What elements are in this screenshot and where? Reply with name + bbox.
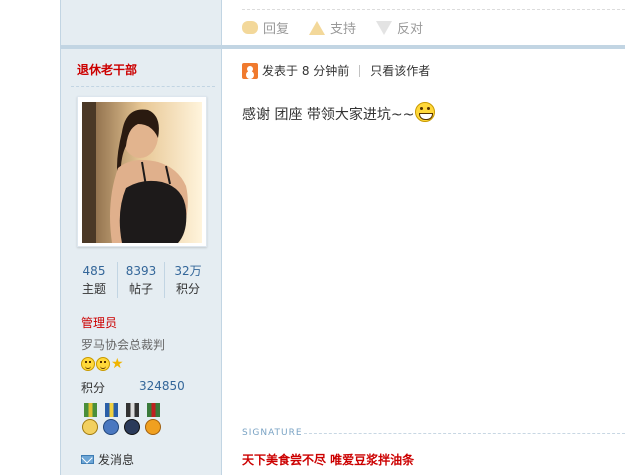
stat-points-value[interactable]: 32万 (165, 262, 211, 280)
oppose-button[interactable]: 反对 (376, 18, 423, 37)
post-divider-right (222, 45, 625, 49)
points-row: 积分 324850 (81, 379, 185, 396)
only-author-link[interactable]: 只看该作者 (370, 62, 430, 79)
medal-blue-icon[interactable] (102, 403, 121, 436)
signature-rule (304, 433, 625, 434)
reply-label[interactable]: 回复 (263, 18, 289, 37)
online-status-icon (242, 62, 258, 79)
points-label: 积分 (81, 381, 106, 395)
stat-posts[interactable]: 8393 帖子 (117, 262, 164, 298)
rank-icons: ★ (81, 357, 124, 371)
medal-dark-icon[interactable] (123, 403, 142, 436)
stat-points[interactable]: 32万 积分 (164, 262, 211, 298)
stat-posts-label: 帖子 (128, 282, 153, 296)
previous-post-actions: 回复 支持 反对 (242, 18, 423, 37)
stat-points-label: 积分 (175, 282, 200, 296)
points-value: 324850 (139, 379, 185, 393)
reply-button[interactable]: 回复 (242, 18, 289, 37)
smiley-rank-icon (96, 357, 110, 371)
oppose-label[interactable]: 反对 (397, 18, 423, 37)
support-button[interactable]: 支持 (309, 18, 356, 37)
stat-posts-value[interactable]: 8393 (118, 262, 164, 280)
smiley-rank-icon (81, 357, 95, 371)
avatar-frame[interactable] (77, 96, 207, 247)
user-group[interactable]: 管理员 (81, 314, 117, 331)
post-meta: 发表于 8 分钟前 只看该作者 (242, 62, 430, 79)
star-rank-icon: ★ (111, 356, 124, 372)
sidebar-top-blank (61, 0, 221, 46)
send-message-label[interactable]: 发消息 (98, 451, 134, 468)
send-message-link[interactable]: 发消息 (81, 451, 134, 468)
meta-separator (359, 64, 361, 77)
signature-label: SIGNATURE (242, 428, 303, 438)
author-username[interactable]: 退休老干部 (77, 61, 137, 78)
mail-icon[interactable] (81, 455, 94, 464)
reply-icon[interactable] (242, 21, 258, 34)
thumbs-down-icon[interactable] (376, 20, 393, 35)
medals (81, 403, 163, 436)
posted-time: 发表于 8 分钟前 (262, 64, 350, 78)
custom-title: 罗马协会总裁判 (81, 338, 166, 352)
avatar[interactable] (82, 102, 202, 243)
thumbs-up-icon[interactable] (309, 20, 326, 35)
stat-threads-value[interactable]: 485 (71, 262, 117, 280)
stat-threads-label: 主题 (81, 282, 106, 296)
previous-post-rule (242, 9, 625, 10)
username-rule (71, 86, 215, 87)
post-content: 感谢 团座 带领大家进坑~~ (242, 102, 436, 124)
author-stats: 485 主题 8393 帖子 32万 积分 (71, 262, 211, 298)
medal-star-icon[interactable] (81, 403, 100, 436)
author-sidebar: 退休老干部 485 主题 8393 帖子 32万 积分 管理员 罗马协会总裁判 … (60, 0, 222, 475)
signature-text: 天下美食尝不尽 唯爱豆浆拌油条 (242, 453, 415, 467)
grin-emoticon-icon (415, 102, 436, 122)
post-divider-left (61, 45, 221, 49)
stat-threads[interactable]: 485 主题 (71, 262, 117, 298)
post-text: 感谢 团座 带领大家进坑~~ (242, 107, 415, 123)
medal-gold-icon[interactable] (144, 403, 163, 436)
support-label[interactable]: 支持 (330, 18, 356, 37)
